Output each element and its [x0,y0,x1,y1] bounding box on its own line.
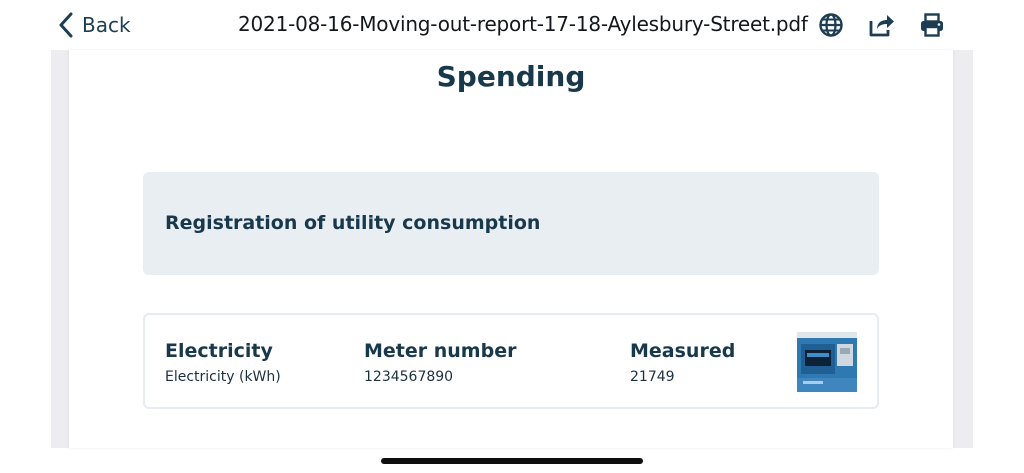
top-toolbar: Back 2021-08-16-Moving-out-report-17-18-… [0,0,1024,50]
home-indicator [381,458,643,464]
back-button[interactable]: Back [58,11,131,39]
globe-icon[interactable] [818,12,844,38]
meter-type-value: Electricity (kWh) [165,369,281,385]
document-title: 2021-08-16-Moving-out-report-17-18-Ayles… [238,12,808,36]
pdf-page: Spending Registration of utility consump… [69,50,953,448]
registration-banner: Registration of utility consumption [143,172,879,275]
registration-label: Registration of utility consumption [165,212,541,234]
chevron-left-icon [58,12,74,38]
meter-type-heading: Electricity [165,340,273,362]
share-icon[interactable] [868,12,894,38]
meter-photo-thumbnail[interactable] [797,332,857,392]
meter-number-value: 1234567890 [364,369,454,385]
measured-heading: Measured [630,340,736,362]
section-title: Spending [436,60,586,93]
meter-reading-card: Electricity Electricity (kWh) Meter numb… [143,313,879,409]
meter-number-heading: Meter number [364,340,517,362]
back-label: Back [82,13,131,37]
measured-value: 21749 [630,369,675,385]
print-icon[interactable] [919,12,945,38]
